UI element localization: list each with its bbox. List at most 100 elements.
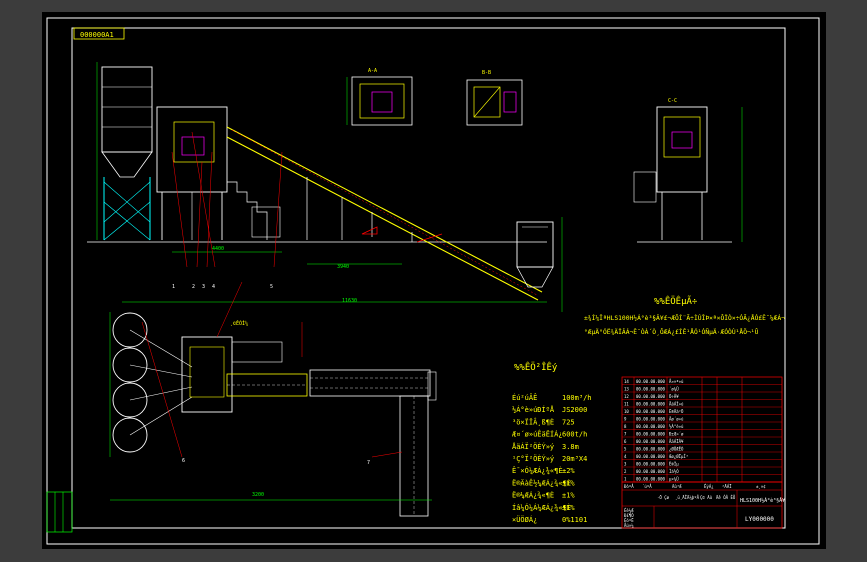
view-label-a: A-A [368,68,377,74]
parts-cell-no: 11 [624,402,629,407]
elevation-view: 1 2 3 4 5 3940 11630 4400 [87,62,563,312]
tb-f3: Ç© Ãû [700,495,713,500]
parts-cell-name: Ìá½Ó [669,469,679,474]
spec-value: 20m³X4 [562,455,587,463]
tb-h-mat: ²ÄÁÏ [722,484,732,489]
spec-value: 3.8m [562,443,579,451]
dim-1: 3940 [337,264,349,270]
balloon-3: 3 [202,284,205,290]
title-tag: 000000A1 [80,31,114,39]
balloon-5: 5 [270,284,273,290]
tb-f4: Äê ÔÂ ÈÕ [716,495,736,500]
tb-name: HLS100H½Á°è³§Â¥ [740,497,785,504]
tb-f1: ·Ö Çø [657,495,670,500]
parts-cell-code: 00.00.00.000 [636,477,665,482]
specs-table: Éú²úÂÊ 100m³/h ½Á°è»úÐÍºÅ JS2000 ³ö×ÏÏÂ¸ß¶È 7… [512,393,592,524]
spec-value: JS2000 [562,406,587,414]
parts-cell-code: 00.00.00.000 [636,469,665,474]
spec-label: ×ÜÖØÁ¿ [512,515,537,524]
parts-cell-code: 00.00.00.000 [636,409,665,414]
spec-label: Ê¯×Ó¼ÆÁ¿¾«¶È [512,466,563,475]
parts-cell-no: 3 [624,462,627,467]
tb-h-qty: ÊýÁ¿ [704,484,714,489]
parts-cell-no: 14 [624,379,629,384]
balloon-7: 7 [367,460,370,466]
notes-line-1: ±¾Í¼ÎªHLS100H½Á°è³§Â¥£¬ÆÕÍ¨Ã÷ÌÚÎÞ×ª×ÔÏÒ×… [584,313,785,322]
balloon-2: 2 [192,284,195,290]
parts-cell-no: 1 [624,477,627,482]
parts-cell-no: 7 [624,432,627,437]
spec-label: ³ö×ÏÏÂ¸ß¶È [512,417,554,426]
spec-label: ¹Ç°Ï²ÖÈÝ»ý [512,454,554,463]
parts-cell-code: 00.00.00.000 [636,387,665,392]
parts-cell-code: 00.00.00.000 [636,439,665,444]
outer-border [46,17,820,545]
parts-cell-name: Ë®Äà²Ö [669,409,684,414]
parts-cell-name: Ë®Ïµ [669,462,679,467]
tb-f2: ¸ü¸ÄÎÄ¼þºÅ [675,495,700,501]
dim-4: 3200 [252,492,264,498]
main-building [156,106,228,193]
parts-cell-no: 9 [624,417,627,422]
parts-cell-no: 4 [624,454,627,459]
parts-cell-name: ÅäÁÏ»ú [669,402,684,407]
notes-heading: %%ÊÖÊµÃ÷ [654,295,698,307]
parts-cell-no: 6 [624,439,627,444]
spec-value: ±2% [562,467,575,475]
parts-cell-code: 00.00.00.000 [636,394,665,399]
tb-h-code: ´úºÅ [642,484,652,489]
parts-cell-name: ¿ØÖÆÊÒ [669,447,684,452]
dim-3: 4400 [212,246,224,252]
parts-cell-name: Å¤×ª»ú [669,379,684,384]
section-view-b: B-B [466,70,523,126]
spec-label: ÅäÁÏ²ÖÈÝ»ý [512,442,554,451]
balloon-4: 4 [212,284,215,290]
balloon-1: 1 [172,284,175,290]
parts-cell-code: 00.00.00.000 [636,447,665,452]
plan-batcher [309,369,431,397]
view-label-c: C-C [668,98,677,104]
spec-value: 600t/h [562,431,587,439]
spec-value: 100m³/h [562,394,592,402]
parts-cell-name: Æø¿ØÏµÍ³ [669,454,688,459]
balloon-6: 6 [182,458,185,464]
parts-cell-no: 2 [624,469,627,474]
tb-h-no: ÐòºÅ [624,484,634,489]
parts-cell-no: 8 [624,424,627,429]
view-label-b: B-B [482,70,491,76]
parts-cell-no: 10 [624,409,629,414]
parts-cell-code: 00.00.00.000 [636,417,665,422]
plan-view: 6 7 ¸©ÊÓÍ¼ 3200 [109,281,437,517]
parts-cell-no: 13 [624,387,629,392]
parts-cell-code: 00.00.00.000 [636,402,665,407]
parts-cell-name: ´ø¼Ü [669,387,679,393]
notes-line-2: °ÆµÄ°ÓË¾ÄÏÂÁ¬Ê¯ÒÀ´Ò¸ÔÆÁ¿£ÍÊ¹ÅÓ¹ÓÑµÄ·ÆÓÒÙ… [584,327,759,336]
parts-cell-code: 00.00.00.000 [636,462,665,467]
spec-value: ±1% [562,492,575,500]
spec-value: 725 [562,418,575,426]
inclined-belt-top [226,126,543,293]
parts-cell-name: Âø´ø»ú [669,417,684,422]
tb-h-note: ±¸×¢ [756,484,766,489]
spec-value: ±1% [562,504,575,512]
side-elevation: C-C [633,98,743,243]
parts-cell-code: 00.00.00.000 [636,454,665,459]
batching-hopper [516,221,554,268]
parts-cell-code: 00.00.00.000 [636,432,665,437]
dim-2: 11630 [342,298,357,304]
parts-cell-name: Ð±Æ¤´ø [669,432,684,437]
spec-label: Ë®¼ÆÁ¿¾«¶È [512,491,554,500]
tb-h-name: Ãû³Æ [672,484,682,489]
view-label-plan: ¸©ÊÓÍ¼ [230,319,248,327]
drawing-sheet: 000000A1 1 2 3 4 5 3940 11630 4400 A-A B… [42,12,826,549]
cement-silo [101,66,153,153]
parts-cell-code: 00.00.00.000 [636,424,665,429]
title-block: ÐòºÅ ´úºÅ Ãû³Æ ÊýÁ¿ ²ÄÁÏ ±¸×¢ HLS100H½Á°… [621,481,785,529]
cad-drawing: 000000A1 1 2 3 4 5 3940 11630 4400 A-A B… [46,17,820,545]
spec-label: Éú²úÂÊ [512,393,537,402]
spec-value: ±1% [562,479,575,487]
spec-label: ½Á°è»úÐÍºÅ [512,405,555,414]
section-view-a: A-A [346,68,413,126]
binding-strip [46,491,73,533]
parts-cell-no: 5 [624,447,627,452]
